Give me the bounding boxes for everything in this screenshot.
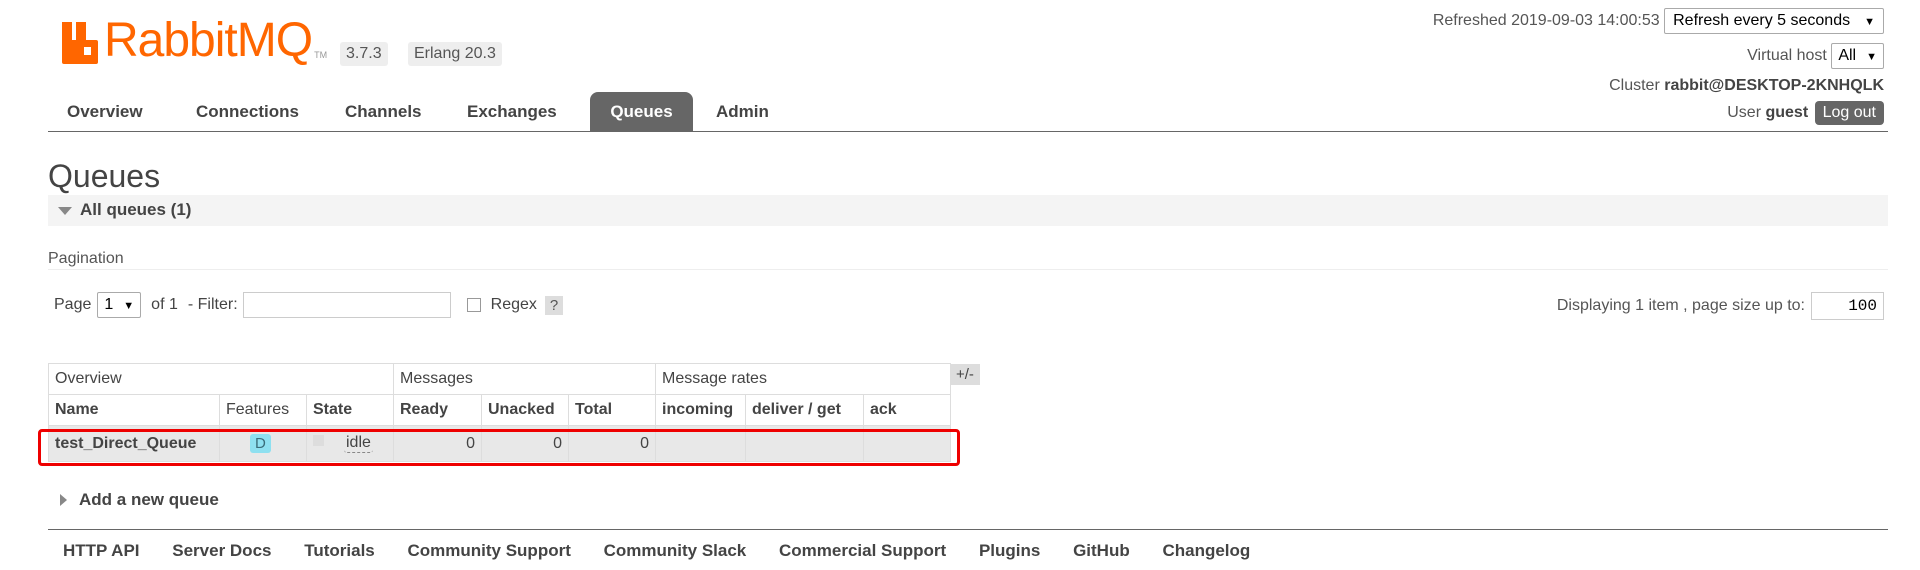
logo-trademark: TM <box>314 50 328 60</box>
rabbitmq-logo[interactable]: RabbitMQ TM <box>62 14 328 67</box>
triangle-right-icon <box>60 494 67 506</box>
display-info: Displaying 1 item , page size up to: 100 <box>1557 292 1884 320</box>
footer-link-commercial-support[interactable]: Commercial Support <box>779 541 946 560</box>
footer-link-github[interactable]: GitHub <box>1073 541 1130 560</box>
col-unacked[interactable]: Unacked <box>481 394 569 426</box>
footer-link-server-docs[interactable]: Server Docs <box>172 541 271 560</box>
col-ack[interactable]: ack <box>863 394 951 426</box>
col-ready[interactable]: Ready <box>393 394 482 426</box>
table-group-header: Overview Messages Message rates <box>48 363 951 395</box>
erlang-version-badge: Erlang 20.3 <box>408 42 502 66</box>
display-label: Displaying 1 item , page size up to: <box>1556 297 1805 314</box>
refresh-interval-select[interactable]: Refresh every 5 seconds ▼ <box>1664 8 1884 34</box>
filter-input[interactable] <box>242 292 451 318</box>
chevron-down-icon: ▼ <box>1864 16 1875 28</box>
add-queue-toggle[interactable]: Add a new queue <box>60 490 219 510</box>
page-label: Page <box>54 296 92 313</box>
pagination-controls: Page 1 ▼ of 1 - Filter: Regex ? <box>54 292 564 318</box>
page-select[interactable]: 1 ▼ <box>97 292 142 318</box>
filter-label: - Filter: <box>187 296 238 313</box>
logo-text: RabbitMQ <box>104 14 313 67</box>
tab-overview[interactable]: Overview <box>48 92 162 131</box>
tab-queues[interactable]: Queues <box>590 92 693 131</box>
col-deliver-get[interactable]: deliver / get <box>745 394 864 426</box>
chevron-down-icon: ▼ <box>123 300 135 312</box>
rabbit-logo-icon <box>62 22 100 64</box>
tab-connections[interactable]: Connections <box>177 92 318 131</box>
group-messages: Messages <box>393 363 656 395</box>
vhost-select[interactable]: All ▼ <box>1831 43 1884 69</box>
page-size-input[interactable]: 100 <box>1811 292 1884 320</box>
regex-help-button[interactable]: ? <box>544 295 564 315</box>
footer-links: HTTP API Server Docs Tutorials Community… <box>63 541 1278 561</box>
tab-channels[interactable]: Channels <box>326 92 441 131</box>
col-total[interactable]: Total <box>568 394 656 426</box>
col-features: Features <box>219 394 307 426</box>
refreshed-timestamp: Refreshed 2019-09-03 14:00:53 <box>1432 12 1660 30</box>
page-count: of 1 <box>151 296 178 313</box>
table-column-header: Name Features State Ready Unacked Total … <box>48 394 951 426</box>
vhost-label: Virtual host <box>1747 47 1827 65</box>
footer-divider <box>48 529 1888 530</box>
section-label: All queues (1) <box>80 200 192 219</box>
page-title: Queues <box>48 158 161 194</box>
refresh-row: Refreshed 2019-09-03 14:00:53 Refresh ev… <box>1433 8 1884 34</box>
triangle-down-icon <box>58 207 72 215</box>
footer-link-community-support[interactable]: Community Support <box>407 541 570 560</box>
regex-checkbox[interactable] <box>466 298 481 312</box>
add-queue-label: Add a new queue <box>79 490 219 509</box>
col-name[interactable]: Name <box>48 394 220 426</box>
group-overview: Overview <box>48 363 394 395</box>
divider <box>48 269 1888 270</box>
footer-link-http-api[interactable]: HTTP API <box>63 541 140 560</box>
chevron-down-icon: ▼ <box>1866 51 1877 63</box>
footer-link-community-slack[interactable]: Community Slack <box>604 541 747 560</box>
group-message-rates: Message rates <box>655 363 951 395</box>
footer-link-plugins[interactable]: Plugins <box>979 541 1040 560</box>
vhost-row: Virtual host All ▼ <box>1747 43 1884 69</box>
col-incoming[interactable]: incoming <box>655 394 746 426</box>
column-toggle-button[interactable]: +/- <box>950 364 980 385</box>
row-highlight-annotation <box>38 429 960 466</box>
footer-link-changelog[interactable]: Changelog <box>1162 541 1250 560</box>
tab-admin[interactable]: Admin <box>697 92 788 131</box>
tab-exchanges[interactable]: Exchanges <box>448 92 576 131</box>
pagination-label: Pagination <box>48 250 124 267</box>
col-state[interactable]: State <box>306 394 394 426</box>
regex-label: Regex <box>490 296 537 313</box>
main-nav: Overview Connections Channels Exchanges … <box>48 92 1888 132</box>
footer-link-tutorials[interactable]: Tutorials <box>304 541 375 560</box>
version-badge: 3.7.3 <box>340 42 388 66</box>
all-queues-section-toggle[interactable]: All queues (1) <box>48 195 1888 226</box>
